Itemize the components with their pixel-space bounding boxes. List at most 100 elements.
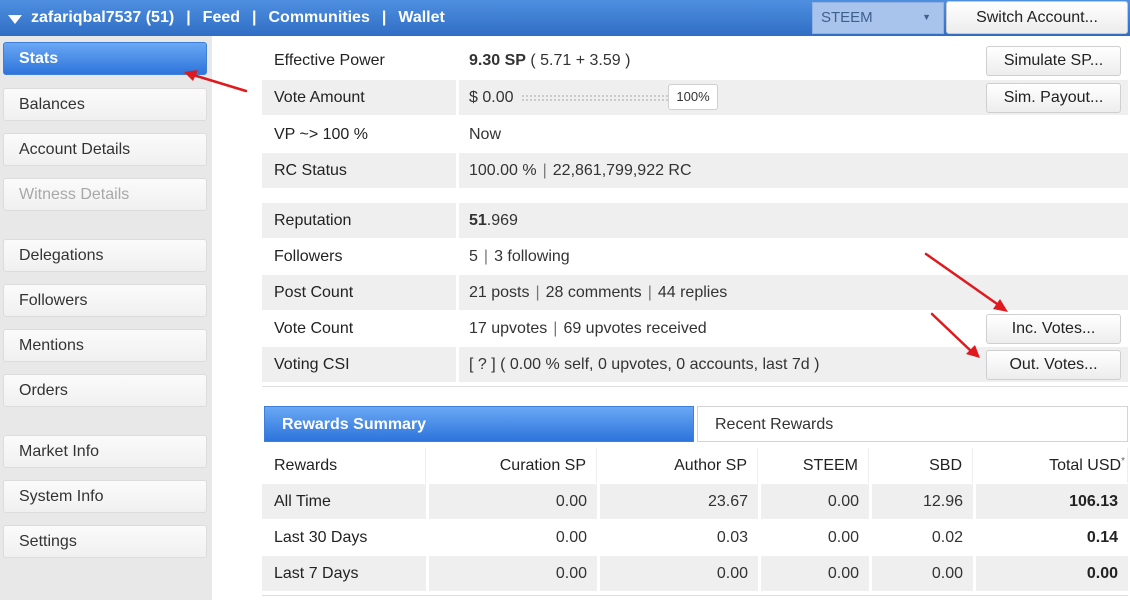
stat-value: 21 posts | 28 comments | 44 replies	[459, 275, 1128, 310]
column-header: Total USD	[1049, 457, 1122, 474]
reputation-decimal: .969	[486, 212, 518, 229]
vote-weight-slider-track[interactable]	[522, 95, 668, 101]
stat-value: Now	[459, 117, 1128, 152]
inc-votes-button[interactable]: Inc. Votes...	[986, 314, 1121, 344]
stat-label: Followers	[262, 239, 456, 274]
author-sp-cell: 23.67	[600, 484, 758, 519]
sbd-cell: 12.96	[872, 484, 973, 519]
sidebar-item-account-details[interactable]: Account Details	[3, 133, 207, 166]
nav-feed-link[interactable]: Feed	[203, 9, 240, 27]
chain-select-value: STEEM	[821, 9, 873, 26]
sidebar-item-mentions[interactable]: Mentions	[3, 329, 207, 362]
author-sp-cell: 0.00	[600, 556, 758, 591]
simulate-sp-button[interactable]: Simulate SP...	[986, 46, 1121, 76]
upvotes-received-count: 69 upvotes received	[563, 320, 707, 337]
stat-label: RC Status	[262, 153, 456, 188]
stat-value: 5 | 3 following	[459, 239, 1128, 274]
stat-label: Voting CSI	[262, 347, 456, 382]
stat-value: 51.969	[459, 203, 1128, 238]
following-count: 3 following	[494, 248, 570, 265]
stat-label: Effective Power	[262, 43, 456, 78]
column-header: SBD	[872, 448, 973, 483]
upvotes-count: 17 upvotes	[469, 320, 548, 337]
stat-label: Vote Count	[262, 311, 456, 346]
nav-wallet-link[interactable]: Wallet	[398, 9, 445, 27]
value-separator: |	[553, 320, 558, 337]
steem-cell: 0.00	[761, 484, 869, 519]
value-separator: |	[483, 248, 489, 265]
stat-row-post-count: Post Count 21 posts | 28 comments | 44 repli…	[262, 275, 1128, 310]
row-label: All Time	[262, 484, 426, 519]
chevron-down-icon: ▼	[922, 12, 931, 22]
rc-percent: 100.00 %	[469, 162, 537, 179]
account-name-link[interactable]: zafariqbal7537 (51)	[31, 9, 174, 27]
total-usd-cell: 0.14	[976, 520, 1128, 555]
comments-count: 28 comments	[545, 284, 642, 301]
value-separator: |	[542, 162, 547, 179]
stat-label: Vote Amount	[262, 80, 456, 115]
replies-count: 44 replies	[657, 284, 728, 301]
account-dropdown-caret-icon[interactable]	[8, 14, 22, 24]
tab-rewards-summary[interactable]: Rewards Summary	[264, 406, 694, 442]
column-header-total-usd: Total USD*	[976, 448, 1128, 483]
value-separator: |	[535, 284, 540, 301]
nav-separator: |	[252, 9, 257, 26]
sidebar-item-system-info[interactable]: System Info	[3, 480, 207, 513]
curation-sp-cell: 0.00	[429, 520, 597, 555]
top-bar: zafariqbal7537 (51) | Feed | Communities…	[0, 0, 1130, 36]
table-row: All Time 0.00 23.67 0.00 12.96 106.13	[262, 484, 1128, 519]
stat-row-vote-amount: Vote Amount $ 0.00 100% Sim. Payout...	[262, 80, 1128, 115]
nav-separator: |	[381, 9, 387, 26]
stat-row-rc-status: RC Status 100.00 % | 22,861,799,922 RC	[262, 153, 1128, 188]
reputation-integer: 51	[469, 212, 487, 229]
column-header: Rewards	[262, 448, 426, 483]
nav-communities-link[interactable]: Communities	[269, 9, 370, 27]
sidebar-item-settings[interactable]: Settings	[3, 525, 207, 558]
stat-row-vote-count: Vote Count 17 upvotes | 69 upvotes receive…	[262, 311, 1128, 346]
value-separator: |	[647, 284, 652, 301]
effective-power-breakdown: ( 5.71 + 3.59 )	[525, 52, 631, 69]
footnote-marker: *	[1121, 456, 1125, 467]
posts-count: 21 posts	[469, 284, 530, 301]
rc-amount: 22,861,799,922 RC	[552, 162, 692, 179]
sidebar: Stats Balances Account Details Witness D…	[0, 36, 212, 600]
stat-row-reputation: Reputation 51.969	[262, 203, 1128, 238]
vote-amount-value: $ 0.00	[469, 89, 514, 106]
sidebar-item-balances[interactable]: Balances	[3, 88, 207, 121]
author-sp-cell: 0.03	[600, 520, 758, 555]
out-votes-button[interactable]: Out. Votes...	[986, 350, 1121, 380]
sidebar-item-witness-details: Witness Details	[3, 178, 207, 211]
column-header: STEEM	[761, 448, 869, 483]
row-label: Last 30 Days	[262, 520, 426, 555]
switch-account-button[interactable]: Switch Account...	[946, 1, 1128, 34]
stat-row-effective-power: Effective Power 9.30 SP ( 5.71 + 3.59 ) …	[262, 43, 1128, 78]
sim-payout-button[interactable]: Sim. Payout...	[986, 83, 1121, 113]
stat-row-vp: VP ~> 100 % Now	[262, 117, 1128, 152]
followers-count: 5	[469, 248, 478, 265]
section-divider	[262, 595, 1128, 596]
table-row: Last 30 Days 0.00 0.03 0.00 0.02 0.14	[262, 520, 1128, 555]
steem-cell: 0.00	[761, 556, 869, 591]
table-row: Last 7 Days 0.00 0.00 0.00 0.00 0.00	[262, 556, 1128, 591]
sidebar-item-orders[interactable]: Orders	[3, 374, 207, 407]
total-usd-cell: 0.00	[976, 556, 1128, 591]
stat-value: 100.00 % | 22,861,799,922 RC	[459, 153, 1128, 188]
sidebar-item-followers[interactable]: Followers	[3, 284, 207, 317]
stat-label: Reputation	[262, 203, 456, 238]
stat-row-voting-csi: Voting CSI [ ? ] ( 0.00 % self, 0 upvote…	[262, 347, 1128, 382]
sidebar-item-stats[interactable]: Stats	[3, 42, 207, 75]
chain-select[interactable]: STEEM ▼	[812, 2, 944, 34]
sidebar-item-delegations[interactable]: Delegations	[3, 239, 207, 272]
column-header: Author SP	[600, 448, 758, 483]
steem-cell: 0.00	[761, 520, 869, 555]
total-usd-cell: 106.13	[976, 484, 1128, 519]
stat-label: VP ~> 100 %	[262, 117, 456, 152]
vote-weight-slider-handle[interactable]: 100%	[668, 84, 718, 110]
stat-row-followers: Followers 5 | 3 following	[262, 239, 1128, 274]
tab-recent-rewards[interactable]: Recent Rewards	[697, 406, 1128, 442]
sidebar-item-market-info[interactable]: Market Info	[3, 435, 207, 468]
top-nav: zafariqbal7537 (51) | Feed | Communities…	[0, 9, 445, 27]
sbd-cell: 0.02	[872, 520, 973, 555]
column-header: Curation SP	[429, 448, 597, 483]
curation-sp-cell: 0.00	[429, 484, 597, 519]
